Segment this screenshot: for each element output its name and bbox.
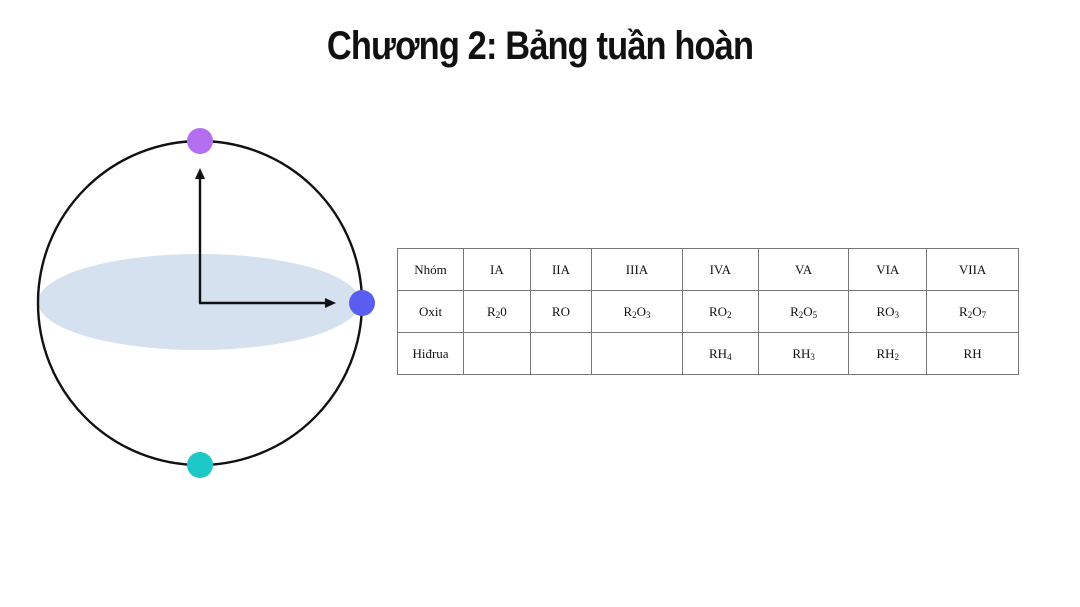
- vertical-arrowhead: [195, 168, 205, 179]
- table-cell: VIA: [848, 248, 928, 291]
- table-cell: VA: [757, 248, 850, 291]
- table-cell: RO3: [848, 290, 928, 333]
- row-header-oxide: Oxit: [397, 290, 464, 333]
- table-cell: RO: [529, 290, 593, 333]
- table-row: Nhóm IA IIA IIIA IVA VA VIA VIIA: [397, 248, 1019, 291]
- table-cell: IIA: [529, 248, 593, 291]
- table-cell: [463, 332, 531, 375]
- table-cell: RO2: [681, 290, 759, 333]
- table-cell: R2O7: [926, 290, 1019, 333]
- slide: Chương 2: Bảng tuần hoàn Nhóm IA IIA III…: [0, 0, 1080, 607]
- sphere-diagram: [36, 128, 375, 478]
- table-cell: RH3: [757, 332, 850, 375]
- row-header-group: Nhóm: [397, 248, 464, 291]
- table-cell: RH2: [848, 332, 928, 375]
- table-cell: IA: [463, 248, 531, 291]
- table-cell: R2O5: [757, 290, 850, 333]
- table-cell: VIIA: [926, 248, 1019, 291]
- table-cell: IIIA: [591, 248, 683, 291]
- table-cell: RH: [926, 332, 1019, 375]
- table-cell: [591, 332, 683, 375]
- table-row: Hiđrua RH4 RH3 RH2 RH: [397, 332, 1019, 375]
- table-cell: R20: [463, 290, 531, 333]
- bottom-pole-dot: [187, 452, 213, 478]
- table-cell: IVA: [681, 248, 759, 291]
- row-header-hydride: Hiđrua: [397, 332, 464, 375]
- table-cell: [529, 332, 593, 375]
- right-equator-dot: [349, 290, 375, 316]
- periodic-group-table: Nhóm IA IIA IIIA IVA VA VIA VIIA Oxit R2…: [397, 248, 1019, 375]
- top-pole-dot: [187, 128, 213, 154]
- table-row: Oxit R20 RO R2O3 RO2 R2O5 RO3 R2O7: [397, 290, 1019, 333]
- table-cell: RH4: [681, 332, 759, 375]
- table-cell: R2O3: [591, 290, 683, 333]
